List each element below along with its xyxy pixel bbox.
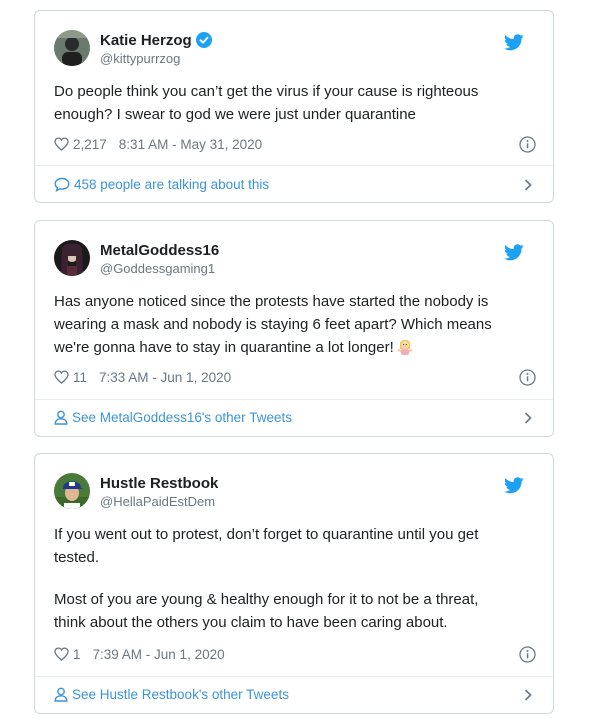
info-icon[interactable] (519, 136, 536, 153)
tweet-text-line: If you went out to protest, don’t forget… (54, 526, 479, 543)
twitter-bird-icon[interactable] (504, 477, 524, 494)
divider (35, 676, 553, 677)
tweet-text-line: Has anyone noticed since the protests ha… (54, 293, 489, 310)
divider (35, 165, 553, 166)
author-name[interactable]: Hustle Restbook (100, 474, 218, 493)
other-tweets-link-label[interactable]: See MetalGoddess16's other Tweets (72, 410, 292, 425)
tweet-text-line: we're gonna have to stay in quarantine a… (54, 336, 534, 359)
chevron-right-icon[interactable] (524, 179, 532, 191)
tweet-text-line: Most of you are young & healthy enough f… (54, 591, 479, 608)
tweet-card[interactable]: Katie Herzog @kittypurrzog Do people thi… (34, 10, 554, 203)
tweet-meta: 11 7:33 AM - Jun 1, 2020 (54, 368, 536, 388)
chevron-right-icon[interactable] (524, 689, 532, 701)
conversation-link[interactable]: 458 people are talking about this (54, 174, 536, 196)
like-count[interactable]: 2,217 (73, 137, 107, 152)
tweet-header: MetalGoddess16 @Goddessgaming1 (54, 240, 524, 280)
author-name[interactable]: MetalGoddess16 (100, 241, 219, 260)
tweet-card[interactable]: Hustle Restbook @HellaPaidEstDem If you … (34, 453, 554, 714)
tweet-text: Do people think you can’t get the virus … (54, 80, 534, 126)
tweet-timestamp[interactable]: 7:39 AM - Jun 1, 2020 (93, 647, 225, 662)
tweet-text-line: tested. (54, 549, 100, 566)
tweet-header: Hustle Restbook @HellaPaidEstDem (54, 473, 524, 513)
avatar[interactable] (54, 240, 90, 276)
comment-icon (54, 177, 70, 192)
conversation-link-label[interactable]: 458 people are talking about this (74, 177, 269, 192)
like-count[interactable]: 11 (73, 370, 87, 385)
author-handle[interactable]: @HellaPaidEstDem (100, 493, 218, 510)
divider (35, 399, 553, 400)
twitter-bird-icon[interactable] (504, 244, 524, 261)
tweet-text-line: enough? I swear to god we were just unde… (54, 106, 416, 123)
info-icon[interactable] (519, 646, 536, 663)
tweet-text: If you went out to protest, don’t forget… (54, 523, 534, 634)
woman-shrugging-emoji-icon (397, 339, 413, 355)
author-handle[interactable]: @kittypurrzog (100, 50, 212, 67)
tweet-text-line: think about the others you claim to have… (54, 614, 448, 631)
heart-icon[interactable] (54, 370, 69, 384)
tweet-text-line: Do people think you can’t get the virus … (54, 83, 479, 100)
tweet-text-line: wearing a mask and nobody is staying 6 f… (54, 316, 492, 333)
twitter-bird-icon[interactable] (504, 34, 524, 51)
tweet-meta: 2,217 8:31 AM - May 31, 2020 (54, 135, 536, 155)
author-name[interactable]: Katie Herzog (100, 32, 192, 49)
other-tweets-link-label[interactable]: See Hustle Restbook's other Tweets (72, 687, 289, 702)
author-handle[interactable]: @Goddessgaming1 (100, 260, 219, 277)
like-count[interactable]: 1 (73, 647, 81, 662)
tweet-card[interactable]: MetalGoddess16 @Goddessgaming1 Has anyon… (34, 220, 554, 437)
heart-icon[interactable] (54, 137, 69, 151)
chevron-right-icon[interactable] (524, 412, 532, 424)
tweet-header: Katie Herzog @kittypurrzog (54, 30, 524, 70)
tweet-text-fragment: we're gonna have to stay in quarantine a… (54, 339, 394, 356)
tweet-text-blank (54, 569, 534, 588)
info-icon[interactable] (519, 369, 536, 386)
tweet-text: Has anyone noticed since the protests ha… (54, 290, 534, 359)
avatar[interactable] (54, 30, 90, 66)
tweet-timestamp[interactable]: 7:33 AM - Jun 1, 2020 (99, 370, 231, 385)
tweet-timestamp[interactable]: 8:31 AM - May 31, 2020 (119, 137, 262, 152)
person-icon (54, 687, 68, 702)
verified-badge-icon (195, 32, 212, 48)
avatar[interactable] (54, 473, 90, 509)
other-tweets-link[interactable]: See MetalGoddess16's other Tweets (54, 407, 536, 429)
other-tweets-link[interactable]: See Hustle Restbook's other Tweets (54, 684, 536, 706)
heart-icon[interactable] (54, 647, 69, 661)
tweet-meta: 1 7:39 AM - Jun 1, 2020 (54, 645, 536, 665)
person-icon (54, 410, 68, 425)
